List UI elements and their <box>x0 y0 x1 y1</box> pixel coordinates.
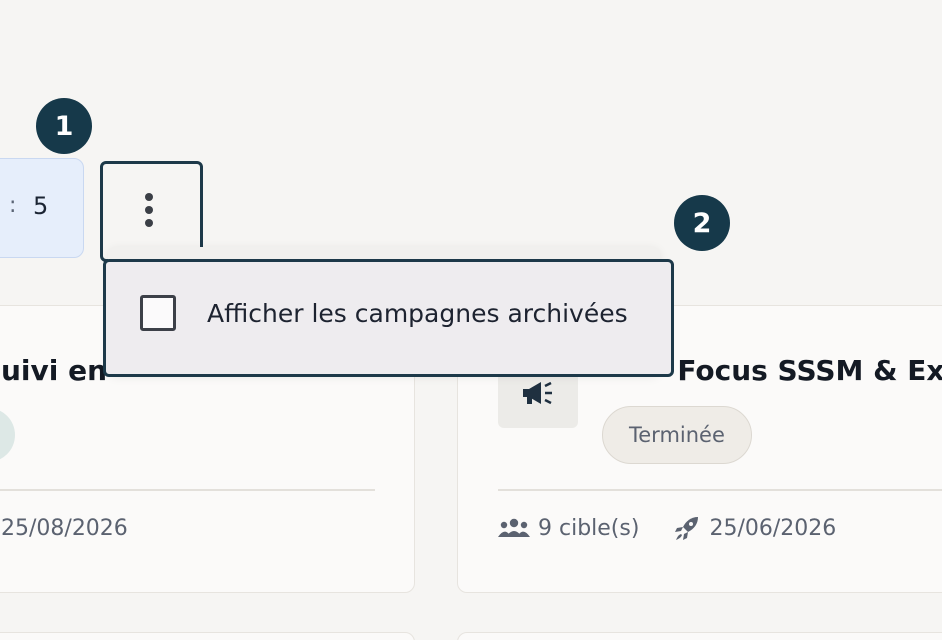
show-archived-label: Afficher les campagnes archivées <box>207 298 628 328</box>
campaign-date: 25/08/2026 <box>1 516 128 541</box>
filter-chip[interactable]: : 5 <box>0 158 84 258</box>
campaign-targets: 9 cible(s) <box>538 515 640 541</box>
status-badge: Terminée <box>602 406 752 464</box>
rocket-icon <box>675 517 699 540</box>
card-divider <box>498 489 942 491</box>
show-archived-checkbox[interactable] <box>140 295 176 331</box>
options-dropdown: Afficher les campagnes archivées <box>103 259 674 377</box>
campaign-title: uivi en <box>1 354 108 387</box>
campaigns-page: : 5 1 2 uivi en 25/08/2026 - Focus SSSM … <box>0 0 942 640</box>
filter-separator: : <box>9 193 17 218</box>
card-divider <box>0 489 375 491</box>
campaign-title: - Focus SSSM & Exi <box>656 354 942 387</box>
users-icon <box>498 518 530 537</box>
filter-value: 5 <box>33 192 49 220</box>
step-marker-2: 2 <box>674 195 730 251</box>
campaign-card-next[interactable] <box>457 632 942 640</box>
megaphone-icon <box>523 381 552 405</box>
more-vertical-icon <box>145 193 153 229</box>
show-archived-option[interactable]: Afficher les campagnes archivées <box>140 295 628 331</box>
campaign-card-next[interactable] <box>0 632 415 640</box>
campaign-meta: 9 cible(s) 25/06/2026 <box>498 514 836 542</box>
step-marker-1: 1 <box>36 98 92 154</box>
status-badge <box>0 408 15 462</box>
campaign-date: 25/06/2026 <box>709 515 837 541</box>
